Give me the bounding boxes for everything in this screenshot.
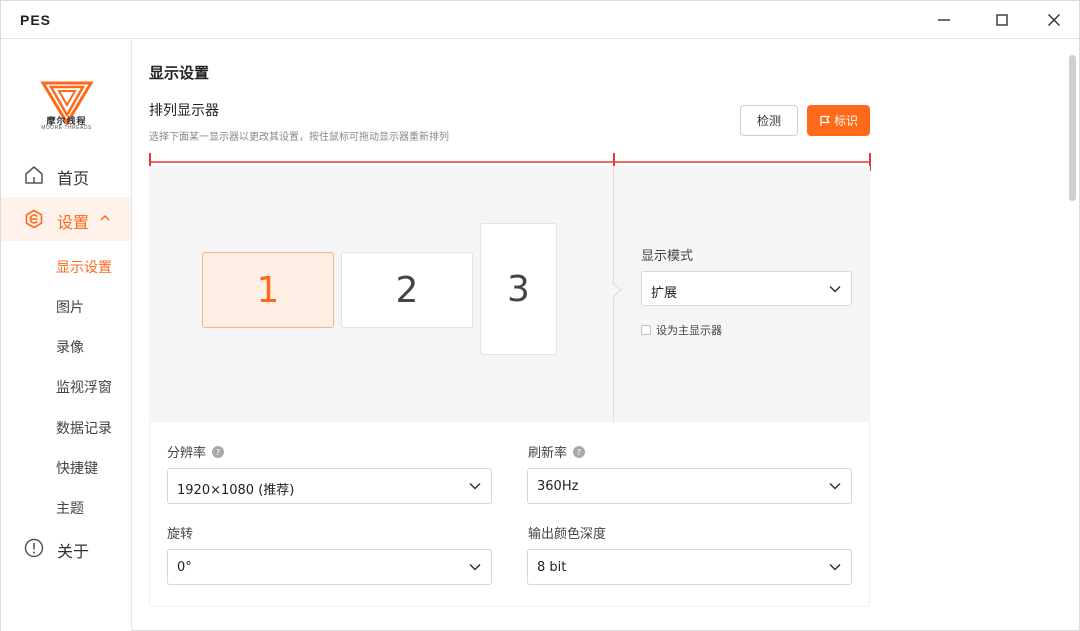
identify-button[interactable]: 标识	[807, 105, 870, 136]
help-icon[interactable]: ?	[573, 445, 586, 458]
app-title: PES	[20, 12, 52, 28]
sidebar-subitem-hotkeys[interactable]: 快捷键	[56, 458, 98, 478]
sidebar-subitem-theme[interactable]: 主题	[56, 498, 84, 518]
refresh-rate-select[interactable]: 360Hz	[527, 468, 852, 504]
sidebar-subitem-data-log[interactable]: 数据记录	[56, 418, 112, 438]
chevron-down-icon	[469, 563, 481, 571]
color-depth-select[interactable]: 8 bit	[527, 549, 852, 585]
minimize-icon	[938, 19, 950, 21]
sidebar-item-home[interactable]: 首页	[1, 153, 131, 197]
selection-pointer	[613, 283, 622, 297]
settings-e-icon	[25, 209, 43, 229]
monitor-3[interactable]: 3	[480, 223, 557, 355]
maximize-button[interactable]	[984, 5, 1020, 35]
identify-button-label: 标识	[833, 114, 858, 128]
sidebar-item-label: 首页	[57, 169, 90, 188]
page-title: 显示设置	[149, 64, 210, 82]
flag-icon	[820, 115, 830, 126]
sidebar-item-about[interactable]: 关于	[1, 526, 131, 570]
rotation-label-text: 旋转	[167, 527, 194, 542]
info-icon	[24, 538, 44, 558]
sidebar-item-settings[interactable]: 设置	[1, 197, 131, 241]
refresh-rate-value: 360Hz	[537, 479, 579, 494]
scrollbar-thumb[interactable]	[1069, 55, 1076, 201]
resolution-label: 分辨率 ?	[167, 442, 225, 461]
resolution-value: 1920×1080 (推荐)	[177, 483, 295, 498]
color-depth-label-text: 输出颜色深度	[528, 527, 607, 542]
app-window: PES 摩尔线程 MOORE THREADS 首页 设置 显示设置 图片 录像 …	[0, 0, 1080, 631]
resolution-label-text: 分辨率	[167, 446, 207, 461]
sidebar-item-label: 设置	[57, 213, 90, 232]
chevron-down-icon	[469, 482, 481, 490]
monitor-2[interactable]: 2	[341, 252, 473, 328]
rotation-select[interactable]: 0°	[167, 549, 492, 585]
title-bar: PES	[1, 1, 1079, 39]
detect-button-label: 检测	[756, 114, 781, 128]
color-depth-label: 输出颜色深度	[528, 523, 606, 542]
display-mode-select[interactable]: 扩展	[641, 271, 852, 306]
set-primary-label: 设为主显示器	[656, 324, 722, 337]
home-icon	[25, 166, 43, 184]
help-icon[interactable]: ?	[212, 445, 225, 458]
rotation-value: 0°	[177, 560, 192, 575]
refresh-rate-label-text: 刷新率	[528, 446, 568, 461]
detect-button[interactable]: 检测	[740, 105, 798, 136]
color-depth-value: 8 bit	[537, 560, 567, 575]
sidebar-subitem-recording[interactable]: 录像	[56, 337, 84, 357]
display-mode-label-text: 显示模式	[641, 249, 694, 264]
rotation-label: 旋转	[167, 523, 193, 542]
panel-divider	[613, 166, 614, 450]
close-icon	[1048, 14, 1060, 26]
maximize-icon	[996, 14, 1008, 26]
section-title: 排列显示器	[149, 103, 219, 119]
refresh-rate-label: 刷新率 ?	[528, 442, 586, 461]
chevron-down-icon	[829, 563, 841, 571]
svg-text:?: ?	[216, 448, 220, 457]
resolution-select[interactable]: 1920×1080 (推荐)	[167, 468, 492, 504]
close-button[interactable]	[1036, 5, 1072, 35]
minimize-button[interactable]	[926, 5, 962, 35]
chevron-down-icon	[829, 482, 841, 490]
sidebar: 摩尔线程 MOORE THREADS 首页 设置 显示设置 图片 录像 监视浮窗…	[1, 39, 132, 631]
chevron-down-icon	[829, 285, 841, 293]
chevron-up-icon	[100, 214, 110, 221]
section-description: 选择下面某一显示器以更改其设置，按住鼠标可拖动显示器重新排列	[149, 132, 449, 143]
checkbox-box[interactable]	[641, 325, 651, 335]
svg-text:?: ?	[577, 448, 581, 457]
set-primary-display-checkbox[interactable]: 设为主显示器	[641, 322, 722, 338]
sidebar-subitem-display[interactable]: 显示设置	[56, 257, 112, 277]
display-mode-value: 扩展	[651, 286, 678, 301]
sidebar-subitem-pictures[interactable]: 图片	[56, 297, 84, 317]
sidebar-item-label: 关于	[57, 542, 90, 561]
monitor-1[interactable]: 1	[202, 252, 334, 328]
display-mode-label: 显示模式	[641, 245, 693, 264]
logo-name-en: MOORE THREADS	[41, 125, 92, 131]
sidebar-subitem-overlay[interactable]: 监视浮窗	[56, 377, 112, 397]
